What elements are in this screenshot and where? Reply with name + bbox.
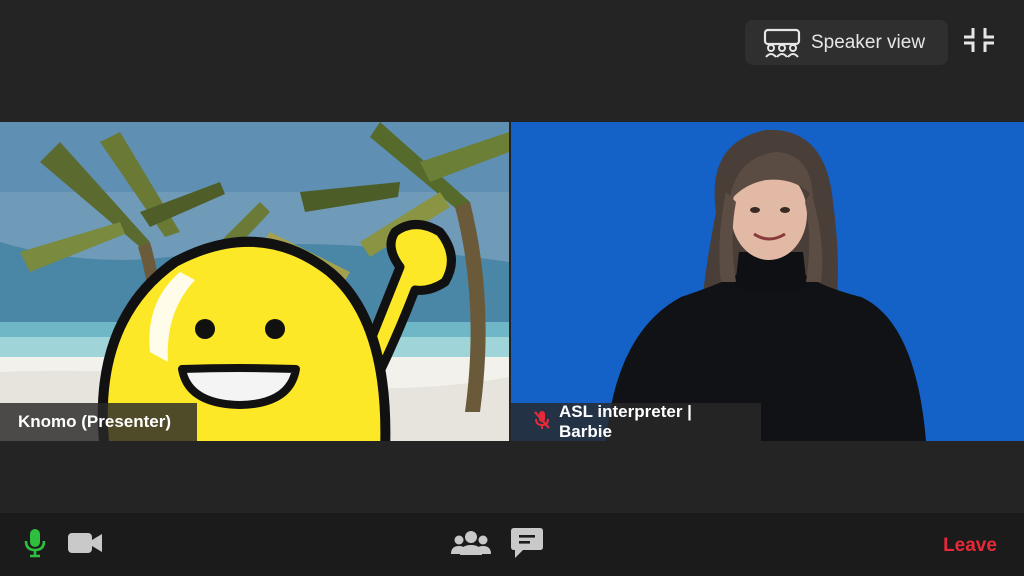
chat-icon xyxy=(510,527,544,564)
microphone-icon xyxy=(24,528,46,563)
chat-button[interactable] xyxy=(509,527,545,564)
participant-name: Knomo (Presenter) xyxy=(18,412,172,431)
call-toolbar: Leave xyxy=(0,513,1024,576)
exit-fullscreen-icon xyxy=(962,26,996,59)
participant-name-tag: Knomo (Presenter) xyxy=(0,403,197,441)
video-camera-icon xyxy=(67,530,103,561)
speaker-view-label: Speaker view xyxy=(811,31,926,53)
speaker-view-button[interactable]: Speaker view xyxy=(745,20,948,65)
muted-microphone-icon xyxy=(533,410,551,435)
leave-button[interactable]: Leave xyxy=(930,535,1010,559)
video-tile-interpreter[interactable]: ASL interpreter | Barbie xyxy=(511,122,1024,441)
participant-name: ASL interpreter | Barbie xyxy=(559,402,692,441)
video-tile-presenter[interactable]: Knomo (Presenter) xyxy=(0,122,509,441)
participants-button[interactable] xyxy=(450,530,492,561)
speaker-view-grid-icon xyxy=(763,28,801,58)
interpreter-video xyxy=(511,122,1024,441)
microphone-button[interactable] xyxy=(22,528,48,563)
participant-name-tag: ASL interpreter | Barbie xyxy=(511,402,761,441)
participants-icon xyxy=(451,530,491,561)
exit-fullscreen-button[interactable] xyxy=(960,26,998,58)
camera-button[interactable] xyxy=(66,531,104,559)
knomo-avatar xyxy=(97,220,456,441)
